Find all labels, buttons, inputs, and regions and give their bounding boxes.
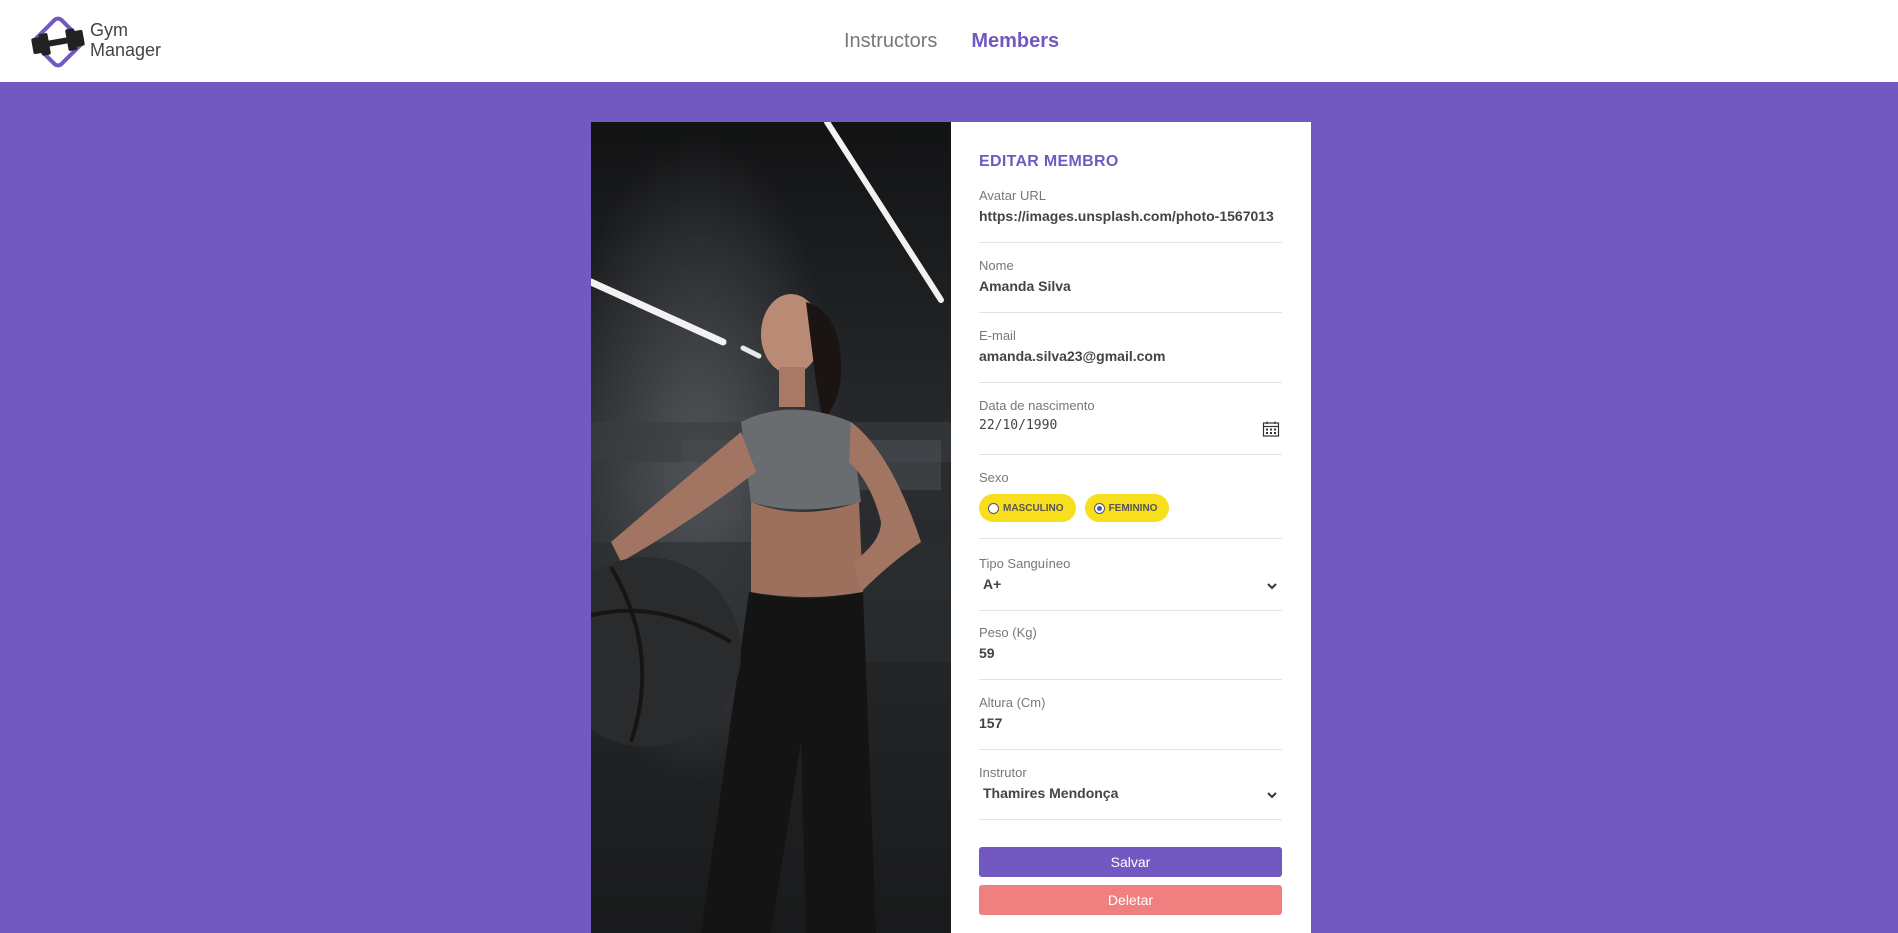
weight-label: Peso (Kg): [979, 625, 1037, 640]
nav-members[interactable]: Members: [971, 30, 1059, 53]
height-label: Altura (Cm): [979, 695, 1046, 710]
gym-manager-logo[interactable]: Gym Manager: [26, 10, 166, 74]
calendar-icon[interactable]: [1262, 420, 1280, 438]
blood-type-select[interactable]: A+: [979, 576, 1282, 592]
name-input[interactable]: Amanda Silva: [979, 278, 1282, 294]
save-button[interactable]: Salvar: [979, 847, 1282, 877]
email-label: E-mail: [979, 328, 1016, 343]
instructor-field[interactable]: Instrutor Thamires Mendonça: [979, 765, 1282, 820]
gender-field: Sexo MASCULINO FEMININO: [979, 470, 1282, 539]
name-label: Nome: [979, 258, 1014, 273]
male-radio[interactable]: [988, 502, 999, 514]
logo-text: Gym Manager: [90, 20, 161, 60]
gender-option-female[interactable]: FEMININO: [1084, 494, 1170, 522]
gender-label: Sexo: [979, 470, 1009, 485]
member-avatar-photo: [591, 122, 951, 933]
weight-field[interactable]: Peso (Kg) 59: [979, 625, 1282, 680]
chevron-down-icon[interactable]: [1266, 789, 1278, 801]
gym-photo-illustration: [591, 122, 951, 933]
birth-date-label: Data de nascimento: [979, 398, 1095, 413]
instructor-select[interactable]: Thamires Mendonça: [979, 785, 1282, 801]
height-input[interactable]: 157: [979, 715, 1282, 731]
blood-type-field[interactable]: Tipo Sanguíneo A+: [979, 556, 1282, 611]
email-input[interactable]: amanda.silva23@gmail.com: [979, 348, 1282, 364]
chevron-down-icon[interactable]: [1266, 580, 1278, 592]
female-option-label: FEMININO: [1108, 502, 1158, 514]
logo-line-2: Manager: [90, 40, 162, 60]
instructor-label: Instrutor: [979, 765, 1027, 780]
height-field[interactable]: Altura (Cm) 157: [979, 695, 1282, 750]
weight-input[interactable]: 59: [979, 645, 1282, 661]
birth-date-field[interactable]: Data de nascimento 22/10/1990: [979, 398, 1282, 455]
edit-member-card: EDITAR MEMBRO Avatar URL https://images.…: [591, 122, 1311, 933]
gender-option-male[interactable]: MASCULINO: [979, 494, 1076, 522]
email-field[interactable]: E-mail amanda.silva23@gmail.com: [979, 328, 1282, 383]
form-title: EDITAR MEMBRO: [979, 153, 1119, 170]
delete-button[interactable]: Deletar: [979, 885, 1282, 915]
top-header: Gym Manager Instructors Members: [0, 0, 1898, 82]
dumbbell-logo-icon: [31, 16, 85, 68]
birth-date-input[interactable]: 22/10/1990: [979, 418, 1282, 433]
avatar-url-label: Avatar URL: [979, 188, 1046, 203]
blood-type-label: Tipo Sanguíneo: [979, 556, 1071, 571]
nav-instructors[interactable]: Instructors: [844, 30, 937, 53]
gender-options: MASCULINO FEMININO: [979, 494, 1282, 522]
logo-line-1: Gym: [90, 20, 128, 40]
avatar-url-input[interactable]: https://images.unsplash.com/photo-156701…: [979, 208, 1282, 224]
name-field[interactable]: Nome Amanda Silva: [979, 258, 1282, 313]
female-radio[interactable]: [1093, 502, 1105, 514]
male-option-label: MASCULINO: [1003, 502, 1064, 514]
avatar-url-field[interactable]: Avatar URL https://images.unsplash.com/p…: [979, 188, 1282, 243]
main-nav: Instructors Members: [844, 30, 1059, 53]
